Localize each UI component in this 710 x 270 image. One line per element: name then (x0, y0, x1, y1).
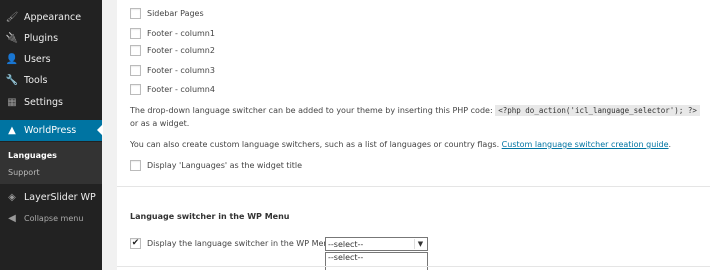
paintbrush-icon: 🖌 (5, 12, 19, 23)
layers-icon: ◈ (8, 192, 16, 203)
sidebar-item-settings[interactable]: ▦ Settings (0, 92, 102, 113)
checkbox[interactable] (130, 84, 141, 95)
sidebar-item-label: Tools (24, 75, 48, 86)
sidebar-item-tools[interactable]: 🔧 Tools (0, 70, 102, 91)
sidebar-item-label: Settings (24, 97, 63, 108)
sidebar-item-plugins[interactable]: 🔌 Plugins (0, 28, 102, 49)
custom-text-after: . (668, 140, 672, 149)
collapse-menu-label: Collapse menu (24, 214, 84, 223)
custom-switcher-text: You can also create custom language swit… (130, 138, 700, 151)
checkbox[interactable] (130, 28, 141, 39)
chevron-down-icon[interactable]: ▼ (414, 239, 426, 249)
checkbox-label: Footer - column3 (147, 66, 215, 75)
wpml-icon: ▲ (8, 125, 16, 136)
checkbox[interactable] (130, 8, 141, 19)
collapse-icon: ◀ (8, 213, 16, 224)
php-instructions: The drop-down language switcher can be a… (130, 104, 700, 130)
widget-option-sidebar-pages[interactable]: Sidebar Pages (130, 8, 204, 19)
sidebar-item-label: WorldPress (24, 125, 77, 136)
php-text-before: The drop-down language switcher can be a… (130, 106, 493, 115)
sidebar-item-layerslider[interactable]: ◈ LayerSlider WP (0, 187, 102, 208)
checkbox-label: Sidebar Pages (147, 9, 204, 18)
custom-switcher-guide-link[interactable]: Custom language switcher creation guide (502, 140, 669, 149)
wp-menu-option[interactable]: ✔ Display the language switcher in the W… (130, 238, 334, 249)
checkbox[interactable] (130, 45, 141, 56)
menu-select-value: --select-- (328, 239, 364, 249)
widget-option-footer-column4[interactable]: Footer - column4 (130, 84, 215, 95)
checkbox[interactable] (130, 65, 141, 76)
checkbox-label: Footer - column1 (147, 29, 215, 38)
collapse-menu[interactable]: ◀ Collapse menu (0, 208, 102, 229)
settings-panel: Sidebar Pages Footer - column1 Footer - … (117, 0, 710, 270)
admin-sidebar: 🖌 Appearance 🔌 Plugins 👤 Users 🔧 Tools ▦… (0, 0, 103, 270)
checkbox-label: Footer - column2 (147, 46, 215, 55)
checkbox-label: Footer - column4 (147, 85, 215, 94)
menu-select-dropdown: --select-- (325, 252, 428, 270)
widget-option-footer-column3[interactable]: Footer - column3 (130, 65, 215, 76)
checkbox-label: Display 'Languages' as the widget title (147, 161, 303, 170)
dropdown-option[interactable]: --select-- (328, 253, 427, 262)
wp-menu-section-title: Language switcher in the WP Menu (130, 212, 290, 221)
sidebar-item-label: Appearance (24, 12, 82, 23)
user-icon: 👤 (5, 54, 19, 65)
sidebar-item-appearance[interactable]: 🖌 Appearance (0, 7, 102, 28)
submenu-item-languages[interactable]: Languages (8, 151, 57, 160)
settings-icon: ▦ (7, 97, 17, 108)
sidebar-item-label: Users (24, 54, 51, 65)
sidebar-submenu: Languages Support (0, 142, 102, 184)
sidebar-item-label: Plugins (24, 33, 59, 44)
php-text-after: or as a widget. (130, 119, 190, 128)
widget-option-footer-column1[interactable]: Footer - column1 (130, 28, 215, 39)
custom-text: You can also create custom language swit… (130, 140, 500, 149)
php-code: <?php do_action('icl_language_selector')… (495, 105, 700, 116)
checkbox-label: Display the language switcher in the WP … (147, 239, 334, 248)
widget-title-option[interactable]: Display 'Languages' as the widget title (130, 160, 302, 171)
checkbox[interactable] (130, 160, 141, 171)
section-divider (117, 186, 710, 187)
wrench-icon: 🔧 (5, 75, 19, 86)
sidebar-item-users[interactable]: 👤 Users (0, 49, 102, 70)
plug-icon: 🔌 (5, 33, 19, 44)
sidebar-item-worldpress[interactable]: ▲ WorldPress (0, 120, 103, 141)
checkbox-checked[interactable]: ✔ (130, 238, 141, 249)
widget-option-footer-column2[interactable]: Footer - column2 (130, 45, 215, 56)
menu-select[interactable]: --select-- ▼ (325, 237, 428, 251)
sidebar-item-label: LayerSlider WP (24, 192, 96, 203)
section-divider (117, 266, 710, 267)
submenu-item-support[interactable]: Support (8, 168, 40, 177)
active-indicator (97, 124, 103, 136)
